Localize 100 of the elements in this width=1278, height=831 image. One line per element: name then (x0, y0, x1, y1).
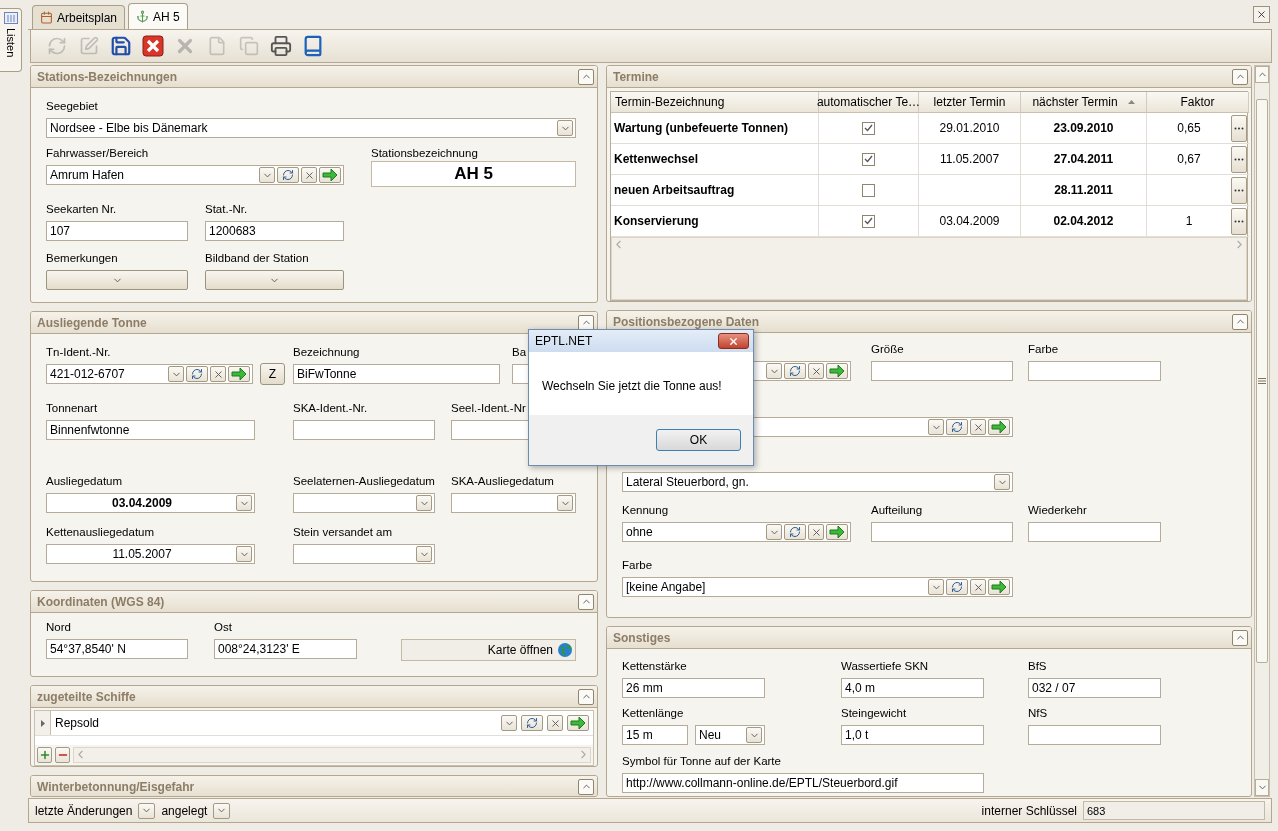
refresh-button[interactable] (277, 167, 299, 183)
open-map-button[interactable]: Karte öffnen (401, 639, 576, 661)
checkbox[interactable] (862, 152, 875, 166)
vertical-scrollbar[interactable] (1254, 65, 1270, 797)
dropdown-button[interactable] (766, 524, 782, 540)
text-field[interactable]: 54°37,8540' N (46, 639, 188, 659)
column-header[interactable]: nächster Termin (1021, 92, 1147, 113)
dropdown-button[interactable] (766, 363, 782, 379)
lookup-field[interactable]: Amrum Hafen (46, 165, 344, 185)
column-header[interactable]: Faktor (1147, 92, 1249, 113)
text-field[interactable]: 032 / 07 (1028, 678, 1161, 698)
text-field[interactable]: 1,0 t (841, 725, 984, 745)
date-field[interactable]: 11.05.2007 (46, 544, 255, 564)
clear-button[interactable] (210, 366, 226, 382)
column-header[interactable]: automatischer Te… (819, 92, 919, 113)
dropdown-button[interactable] (205, 270, 344, 290)
dropdown-button[interactable] (236, 495, 252, 511)
row-expander[interactable] (35, 711, 51, 735)
dropdown-button[interactable] (259, 167, 275, 183)
horizontal-scrollbar[interactable] (73, 747, 591, 763)
side-tab[interactable]: Listen (0, 8, 22, 72)
clear-button[interactable] (970, 419, 986, 435)
collapse-button[interactable] (1232, 313, 1248, 330)
dropdown-button[interactable] (236, 546, 252, 562)
dropdown-button[interactable] (557, 120, 573, 136)
text-field[interactable]: 1200683 (205, 221, 344, 241)
text-field[interactable]: 008°24,3123' E (214, 639, 357, 659)
dropdown-button[interactable] (994, 474, 1010, 490)
refresh-button[interactable] (521, 715, 543, 731)
station-name-field[interactable]: AH 5 (371, 161, 576, 187)
go-button[interactable] (826, 363, 848, 379)
go-button[interactable] (319, 167, 341, 183)
more-button[interactable] (1231, 176, 1247, 204)
text-field[interactable]: BiFwTonne (293, 364, 500, 384)
collapse-button[interactable] (578, 778, 594, 795)
cancel-button[interactable] (141, 34, 164, 58)
dropdown-button[interactable] (746, 727, 762, 743)
go-button[interactable] (228, 366, 250, 382)
ok-button[interactable]: OK (656, 429, 741, 451)
close-button[interactable] (718, 333, 749, 349)
text-field[interactable]: Binnenfwtonne (46, 420, 255, 440)
refresh-button[interactable] (946, 579, 968, 595)
dropdown-button[interactable] (416, 546, 432, 562)
print-button[interactable] (269, 34, 292, 58)
add-button[interactable] (37, 747, 52, 763)
collapse-button[interactable] (578, 688, 594, 705)
text-field[interactable] (1028, 361, 1161, 381)
dropdown-field[interactable]: Lateral Steuerbord, gn. (622, 472, 1013, 492)
text-field[interactable]: 4,0 m (841, 678, 984, 698)
collapse-button[interactable] (578, 68, 594, 85)
collapse-button[interactable] (578, 314, 594, 331)
dropdown-button[interactable] (416, 495, 432, 511)
clear-button[interactable] (970, 579, 986, 595)
dropdown-button[interactable] (168, 366, 184, 382)
save-button[interactable] (109, 34, 132, 58)
dropdown-button[interactable] (501, 715, 517, 731)
remove-button[interactable] (55, 747, 70, 763)
lookup-field[interactable]: 421-012-6707 (46, 364, 253, 384)
z-button[interactable]: Z (260, 363, 285, 385)
collapse-button[interactable] (1232, 68, 1248, 85)
checkbox[interactable] (862, 214, 875, 228)
text-field[interactable] (1028, 725, 1161, 745)
clear-button[interactable] (547, 715, 563, 731)
text-field[interactable]: 107 (46, 221, 188, 241)
refresh-button[interactable] (784, 524, 806, 540)
refresh-button[interactable] (186, 366, 208, 382)
go-button[interactable] (988, 419, 1010, 435)
go-button[interactable] (826, 524, 848, 540)
column-header[interactable]: letzter Termin (919, 92, 1021, 113)
dropdown-button[interactable] (928, 579, 944, 595)
checkbox[interactable] (862, 183, 875, 197)
go-button[interactable] (988, 579, 1010, 595)
more-button[interactable] (1231, 145, 1247, 173)
more-button[interactable] (1231, 114, 1247, 142)
tab[interactable]: Arbeitsplan (32, 5, 126, 29)
go-button[interactable] (567, 715, 589, 731)
scroll-thumb[interactable] (1256, 99, 1268, 663)
text-field[interactable]: http://www.collmann-online.de/EPTL/Steuerbord.gif (622, 773, 984, 793)
text-field[interactable] (871, 361, 1013, 381)
lookup-field[interactable]: [keine Angabe] (622, 577, 1013, 597)
text-field[interactable]: 26 mm (622, 678, 765, 698)
close-button[interactable] (1253, 6, 1270, 23)
tab[interactable]: AH 5 (128, 3, 188, 29)
text-field[interactable] (1028, 522, 1161, 542)
checkbox[interactable] (862, 121, 875, 135)
lookup-field[interactable]: ohne (622, 522, 851, 542)
clear-button[interactable] (301, 167, 317, 183)
clear-button[interactable] (808, 363, 824, 379)
date-field[interactable] (293, 493, 435, 513)
dropdown-button[interactable] (928, 419, 944, 435)
horizontal-scrollbar[interactable] (611, 237, 1247, 300)
date-field[interactable] (451, 493, 576, 513)
text-field[interactable] (871, 522, 1013, 542)
clear-button[interactable] (808, 524, 824, 540)
refresh-button[interactable] (946, 419, 968, 435)
more-button[interactable] (1231, 207, 1247, 235)
dropdown-button[interactable] (46, 270, 188, 290)
text-field[interactable] (293, 420, 435, 440)
collapse-button[interactable] (578, 593, 594, 610)
date-field[interactable] (293, 544, 435, 564)
